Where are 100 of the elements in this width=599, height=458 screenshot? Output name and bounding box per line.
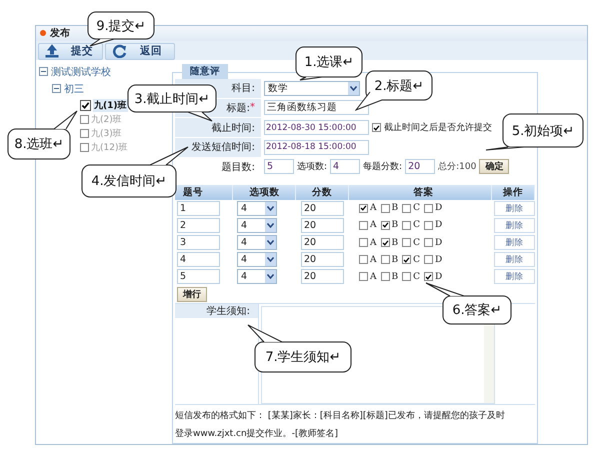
score-field[interactable]: 20	[405, 159, 436, 174]
deadline-field[interactable]: 2012-08-30 15:00:00	[264, 120, 369, 136]
score-field[interactable]: 20	[301, 200, 344, 216]
checkbox[interactable]	[424, 255, 434, 264]
callout-text: 3.截止时间↵	[134, 90, 210, 108]
number-field[interactable]: 1	[177, 200, 220, 216]
callout-text: 8.选班↵	[14, 136, 64, 153]
option-letter: A	[370, 238, 376, 248]
callout-text: 4.发信时间↵	[91, 173, 167, 190]
checkbox[interactable]	[380, 238, 390, 248]
checkbox[interactable]	[380, 272, 390, 282]
option-letter: D	[435, 220, 442, 230]
total-score: 总分:100	[438, 160, 476, 174]
collapse-icon[interactable]	[52, 84, 61, 93]
option-count-field[interactable]: 4	[330, 159, 360, 174]
score-field[interactable]: 20	[301, 218, 344, 233]
confirm-button[interactable]: 确定	[479, 159, 510, 174]
tree-item[interactable]: 测试测试学校	[51, 64, 111, 78]
question-count-field[interactable]: 5	[264, 159, 294, 174]
checkbox[interactable]	[402, 255, 412, 264]
score-field[interactable]: 20	[301, 235, 344, 250]
score-field[interactable]: 20	[301, 269, 344, 284]
option-letter: B	[392, 220, 398, 230]
delete-button[interactable]: 删除	[494, 269, 535, 284]
checkbox[interactable]	[359, 272, 368, 282]
checkbox[interactable]	[380, 220, 390, 230]
delete-button[interactable]: 删除	[494, 218, 535, 233]
collapse-icon[interactable]	[39, 67, 48, 76]
callout-text: 6.答案↵	[452, 302, 502, 319]
option-count-dropdown[interactable]: 4	[237, 235, 277, 250]
checkbox[interactable]	[80, 128, 89, 138]
number-field[interactable]: 4	[177, 252, 220, 268]
option-letter: C	[413, 238, 420, 248]
checkbox[interactable]	[424, 238, 434, 248]
option-letter: C	[413, 254, 420, 265]
option-letter: C	[413, 220, 420, 230]
field-label: 科目:	[232, 82, 255, 96]
option-count-dropdown[interactable]: 4	[237, 200, 277, 216]
sms-time-field[interactable]: 2012-08-18 15:00:00	[264, 140, 369, 155]
required-mark: *	[250, 102, 255, 114]
callout-text: 5.初始项↵	[512, 122, 574, 140]
upload-icon	[45, 44, 59, 58]
number-field[interactable]: 2	[177, 218, 220, 233]
field-label: 每题分数:	[363, 160, 402, 174]
option-letter: A	[370, 220, 376, 230]
checkbox[interactable]	[402, 238, 412, 248]
subject-dropdown[interactable]: 数学	[264, 80, 360, 96]
checkbox[interactable]	[80, 142, 89, 152]
checkbox[interactable]	[380, 204, 390, 213]
option-letter: B	[392, 203, 398, 214]
checkbox[interactable]	[80, 114, 89, 124]
form-tab[interactable]: 随意评	[182, 64, 228, 79]
field-label: 标题:	[226, 102, 250, 115]
option-letter: C	[413, 272, 420, 282]
checkbox[interactable]	[424, 204, 434, 213]
callout-text: 9.提交↵	[96, 18, 146, 34]
field-label: 截止时间:	[212, 122, 255, 135]
checkbox[interactable]	[380, 255, 390, 264]
back-button[interactable]: 返回	[105, 42, 175, 60]
field-label: 选项数:	[297, 160, 328, 174]
checkbox[interactable]	[359, 220, 368, 230]
checkbox[interactable]	[80, 100, 91, 110]
score-field[interactable]: 20	[301, 252, 344, 268]
field-label: 发送短信时间:	[192, 140, 255, 154]
checkbox[interactable]	[402, 272, 412, 282]
checkbox[interactable]	[359, 238, 368, 248]
checkbox[interactable]	[359, 255, 368, 264]
callout-text: 7.学生须知↵	[265, 349, 341, 366]
delete-button[interactable]: 删除	[494, 252, 535, 268]
option-count-dropdown[interactable]: 4	[237, 269, 277, 284]
number-field[interactable]: 3	[177, 235, 220, 250]
column-header: 选项数	[233, 184, 296, 200]
option-letter: D	[435, 203, 442, 214]
checkbox[interactable]	[402, 220, 412, 230]
delete-button[interactable]: 删除	[494, 200, 535, 216]
number-field[interactable]: 5	[177, 269, 220, 284]
option-count-dropdown[interactable]: 4	[237, 252, 277, 268]
option-letter: A	[370, 203, 376, 214]
checkbox[interactable]	[424, 272, 434, 282]
option-letter: D	[435, 272, 442, 282]
checkbox[interactable]	[424, 220, 434, 230]
add-row-button[interactable]: 增行	[177, 286, 207, 302]
column-header: 操作	[492, 184, 536, 200]
tree-item[interactable]: 初三	[64, 82, 84, 96]
callout-text: 1.选课↵	[304, 54, 354, 71]
option-letter: A	[370, 254, 376, 265]
option-letter: D	[435, 238, 442, 248]
checkbox[interactable]	[359, 204, 368, 213]
callout-text: 2.标题↵	[374, 78, 424, 94]
option-letter: D	[435, 254, 442, 265]
option-letter: A	[370, 272, 376, 282]
submit-button[interactable]: 提交	[38, 42, 103, 60]
option-letter: B	[392, 254, 398, 265]
checkbox[interactable]	[372, 123, 381, 132]
checkbox[interactable]	[402, 204, 412, 213]
option-count-dropdown[interactable]: 4	[237, 218, 277, 233]
delete-button[interactable]: 删除	[494, 235, 535, 250]
class-label[interactable]: 九(1)班	[93, 98, 128, 112]
option-letter: B	[392, 272, 398, 282]
speech-bubble	[295, 46, 363, 81]
